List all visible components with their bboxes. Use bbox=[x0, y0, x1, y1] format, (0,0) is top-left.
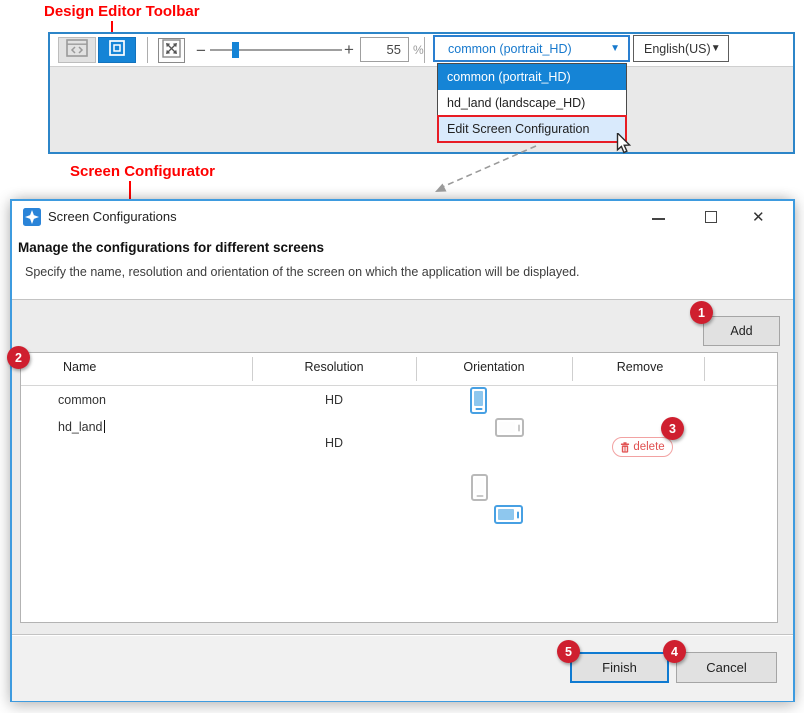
add-button[interactable]: Add bbox=[703, 316, 780, 346]
phone-home-bar bbox=[517, 511, 519, 518]
language-combo-value: English(US) bbox=[644, 42, 711, 56]
maximize-button[interactable] bbox=[705, 211, 717, 223]
design-view-button[interactable] bbox=[98, 37, 136, 63]
column-separator bbox=[572, 357, 573, 381]
row-hd-land-name-text: hd_land bbox=[58, 420, 103, 434]
mouse-cursor-icon bbox=[616, 133, 633, 159]
column-header-remove: Remove bbox=[617, 360, 664, 374]
step-badge-5: 5 bbox=[557, 640, 580, 663]
trash-icon bbox=[620, 442, 630, 453]
row-hd-land-name-editing[interactable]: hd_land bbox=[58, 420, 105, 434]
connector-arrow bbox=[420, 138, 550, 205]
portrait-orientation-icon-selected[interactable] bbox=[470, 387, 487, 414]
row-hd-land-resolution: HD bbox=[325, 436, 343, 450]
column-separator bbox=[416, 357, 417, 381]
phone-screen bbox=[475, 478, 484, 493]
screen-config-combo[interactable]: common (portrait_HD) ▼ bbox=[433, 35, 630, 62]
phone-screen bbox=[474, 391, 483, 406]
dropdown-item-edit-screen-configuration[interactable]: Edit Screen Configuration bbox=[438, 116, 626, 142]
fit-to-screen-button[interactable] bbox=[158, 38, 185, 63]
dialog-description: Specify the name, resolution and orienta… bbox=[25, 265, 580, 279]
step-badge-4: 4 bbox=[663, 640, 686, 663]
dropdown-item-hd-land[interactable]: hd_land (landscape_HD) bbox=[438, 90, 626, 116]
zoom-percent-input[interactable]: 55 bbox=[360, 37, 409, 62]
screen-config-combo-value: common (portrait_HD) bbox=[448, 42, 610, 56]
percent-sign: % bbox=[413, 43, 424, 57]
delete-button[interactable]: delete bbox=[612, 437, 673, 457]
phone-screen bbox=[499, 422, 515, 433]
cancel-button[interactable]: Cancel bbox=[676, 652, 777, 683]
column-separator bbox=[704, 357, 705, 381]
finish-button[interactable]: Finish bbox=[570, 652, 669, 683]
toolbar-separator bbox=[147, 37, 148, 63]
column-header-name: Name bbox=[63, 360, 96, 374]
expand-arrows-icon bbox=[162, 39, 181, 63]
header-divider bbox=[21, 385, 777, 386]
zoom-in-plus[interactable]: + bbox=[344, 41, 354, 58]
code-window-icon bbox=[66, 39, 88, 62]
zoom-slider-track[interactable] bbox=[210, 49, 342, 51]
close-button[interactable]: ✕ bbox=[752, 208, 765, 226]
source-view-button[interactable] bbox=[58, 37, 96, 63]
screen-config-table bbox=[20, 352, 778, 623]
landscape-orientation-icon[interactable] bbox=[495, 418, 524, 437]
column-header-resolution: Resolution bbox=[304, 360, 363, 374]
phone-home-bar bbox=[476, 495, 483, 497]
delete-button-label: delete bbox=[633, 441, 664, 453]
row-common-name[interactable]: common bbox=[58, 393, 106, 407]
landscape-orientation-icon-selected[interactable] bbox=[494, 505, 523, 524]
tizen-star-icon bbox=[23, 208, 41, 231]
portrait-orientation-icon[interactable] bbox=[471, 474, 488, 501]
screen-configurator-label: Screen Configurator bbox=[70, 163, 215, 180]
design-editor-toolbar-label: Design Editor Toolbar bbox=[44, 3, 200, 20]
chevron-down-icon: ▼ bbox=[610, 43, 620, 54]
row-common-resolution: HD bbox=[325, 393, 343, 407]
text-caret bbox=[104, 420, 105, 433]
step-badge-1: 1 bbox=[690, 301, 713, 324]
phone-home-bar bbox=[518, 424, 520, 431]
phone-home-bar bbox=[475, 408, 482, 410]
column-separator bbox=[252, 357, 253, 381]
zoom-out-minus[interactable]: − bbox=[196, 42, 206, 59]
phone-screen bbox=[498, 509, 514, 520]
screen-config-dropdown-list: common (portrait_HD) hd_land (landscape_… bbox=[437, 63, 627, 143]
step-badge-2: 2 bbox=[7, 346, 30, 369]
language-combo[interactable]: English(US) ▼ bbox=[633, 35, 729, 62]
minimize-button[interactable] bbox=[652, 218, 665, 220]
toolbar-separator bbox=[424, 37, 425, 63]
column-header-orientation: Orientation bbox=[463, 360, 524, 374]
dialog-title: Screen Configurations bbox=[48, 209, 177, 224]
chevron-down-icon: ▼ bbox=[711, 43, 721, 54]
dropdown-item-common[interactable]: common (portrait_HD) bbox=[438, 64, 626, 90]
screenshot-canvas: Design Editor Toolbar bbox=[0, 0, 804, 713]
step-badge-3: 3 bbox=[661, 417, 684, 440]
zoom-slider-handle[interactable] bbox=[232, 42, 239, 58]
dialog-heading: Manage the configurations for different … bbox=[18, 240, 324, 255]
selection-box-icon bbox=[107, 38, 127, 63]
